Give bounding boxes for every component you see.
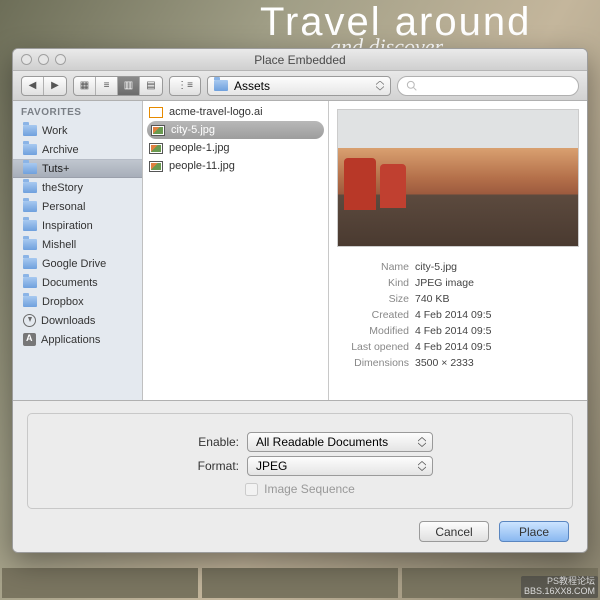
file-row[interactable]: people-11.jpg [143, 157, 328, 175]
column-view-button[interactable]: ▥ [118, 77, 140, 95]
sidebar-item-label: Inspiration [42, 220, 93, 232]
meta-key: Size [339, 291, 415, 307]
folder-icon [23, 201, 37, 212]
sidebar-item-label: theStory [42, 182, 83, 194]
sidebar-item-label: Tuts+ [42, 163, 69, 175]
sidebar-item-label: Dropbox [42, 296, 84, 308]
place-embedded-dialog: Place Embedded ◀ ▶ ▦ ≡ ▥ ▤ ⋮≡ Assets FAV… [12, 48, 588, 553]
format-popup[interactable]: JPEG [247, 456, 433, 476]
sidebar-item-mishell[interactable]: Mishell [13, 235, 142, 254]
icon-view-button[interactable]: ▦ [74, 77, 96, 95]
nav-buttons[interactable]: ◀ ▶ [21, 76, 67, 96]
sidebar-item-thestory[interactable]: theStory [13, 178, 142, 197]
folder-icon [23, 182, 37, 193]
watermark: PS教程论坛BBS.16XX8.COM [521, 576, 598, 598]
jpg-file-icon [149, 143, 163, 154]
back-button[interactable]: ◀ [22, 77, 44, 95]
meta-value: 4 Feb 2014 09:5 [415, 339, 491, 355]
folder-icon [23, 277, 37, 288]
path-popup[interactable]: Assets [207, 76, 391, 96]
preview-pane: Namecity-5.jpgKindJPEG imageSize740 KBCr… [329, 101, 587, 400]
file-row[interactable]: people-1.jpg [143, 139, 328, 157]
sequence-checkbox-label: Image Sequence [264, 482, 355, 496]
sidebar-item-personal[interactable]: Personal [13, 197, 142, 216]
sidebar-item-archive[interactable]: Archive [13, 140, 142, 159]
forward-button[interactable]: ▶ [44, 77, 66, 95]
download-icon [23, 314, 36, 327]
arrange-button[interactable]: ⋮≡ [169, 76, 201, 96]
folder-icon [23, 239, 37, 250]
search-field[interactable] [397, 76, 579, 96]
meta-key: Name [339, 259, 415, 275]
sidebar-item-label: Personal [42, 201, 85, 213]
folder-icon [23, 296, 37, 307]
meta-value: 4 Feb 2014 09:5 [415, 307, 491, 323]
view-mode-buttons[interactable]: ▦ ≡ ▥ ▤ [73, 76, 163, 96]
sidebar-heading: FAVORITES [13, 101, 142, 121]
sidebar-item-label: Downloads [41, 315, 95, 327]
sidebar: FAVORITES Work Archive Tuts+ theStory Person… [13, 101, 143, 400]
enable-label: Enable: [167, 435, 239, 449]
folder-icon [23, 144, 37, 155]
meta-value: JPEG image [415, 275, 474, 291]
meta-key: Modified [339, 323, 415, 339]
place-button[interactable]: Place [499, 521, 569, 542]
meta-key: Dimensions [339, 355, 415, 371]
folder-icon [23, 258, 37, 269]
jpg-file-icon [149, 161, 163, 172]
folder-icon [23, 220, 37, 231]
meta-key: Last opened [339, 339, 415, 355]
sidebar-item-work[interactable]: Work [13, 121, 142, 140]
file-name: acme-travel-logo.ai [169, 106, 263, 118]
sidebar-item-inspiration[interactable]: Inspiration [13, 216, 142, 235]
options-area: Enable: All Readable Documents Format: J… [13, 401, 587, 552]
dialog-title: Place Embedded [13, 53, 587, 67]
ai-file-icon [149, 107, 163, 118]
meta-key: Kind [339, 275, 415, 291]
coverflow-view-button[interactable]: ▤ [140, 77, 162, 95]
file-name: people-11.jpg [169, 160, 235, 172]
jpg-file-icon [151, 125, 165, 136]
file-metadata: Namecity-5.jpgKindJPEG imageSize740 KBCr… [329, 255, 587, 375]
file-row[interactable]: city-5.jpg [147, 121, 324, 139]
sidebar-item-label: Google Drive [42, 258, 106, 270]
meta-value: 740 KB [415, 291, 449, 307]
sidebar-item-downloads[interactable]: Downloads [13, 311, 142, 330]
file-row[interactable]: acme-travel-logo.ai [143, 103, 328, 121]
meta-value: 3500 × 2333 [415, 355, 474, 371]
list-view-button[interactable]: ≡ [96, 77, 118, 95]
cancel-button[interactable]: Cancel [419, 521, 489, 542]
sidebar-item-label: Work [42, 125, 67, 137]
preview-image [337, 109, 579, 247]
sidebar-item-tuts-[interactable]: Tuts+ [13, 159, 142, 178]
meta-value: 4 Feb 2014 09:5 [415, 323, 491, 339]
applications-icon [23, 333, 36, 346]
file-name: city-5.jpg [171, 124, 215, 136]
folder-icon [23, 163, 37, 174]
image-sequence-checkbox[interactable]: Image Sequence [28, 482, 572, 496]
titlebar: Place Embedded [13, 49, 587, 71]
bg-thumbnails [0, 566, 600, 600]
sidebar-item-label: Applications [41, 334, 100, 346]
sequence-checkbox-input[interactable] [245, 483, 258, 496]
format-label: Format: [167, 459, 239, 473]
sidebar-item-label: Mishell [42, 239, 76, 251]
path-label: Assets [234, 79, 270, 93]
sidebar-item-label: Documents [42, 277, 98, 289]
sidebar-item-documents[interactable]: Documents [13, 273, 142, 292]
sidebar-item-label: Archive [42, 144, 79, 156]
file-name: people-1.jpg [169, 142, 230, 154]
toolbar: ◀ ▶ ▦ ≡ ▥ ▤ ⋮≡ Assets [13, 71, 587, 101]
enable-popup[interactable]: All Readable Documents [247, 432, 433, 452]
sidebar-item-google-drive[interactable]: Google Drive [13, 254, 142, 273]
folder-icon [23, 125, 37, 136]
search-icon [406, 80, 417, 91]
sidebar-item-dropbox[interactable]: Dropbox [13, 292, 142, 311]
folder-icon [214, 80, 228, 91]
meta-key: Created [339, 307, 415, 323]
meta-value: city-5.jpg [415, 259, 457, 275]
sidebar-item-applications[interactable]: Applications [13, 330, 142, 349]
file-column: acme-travel-logo.ai city-5.jpg people-1.jp… [143, 101, 329, 400]
